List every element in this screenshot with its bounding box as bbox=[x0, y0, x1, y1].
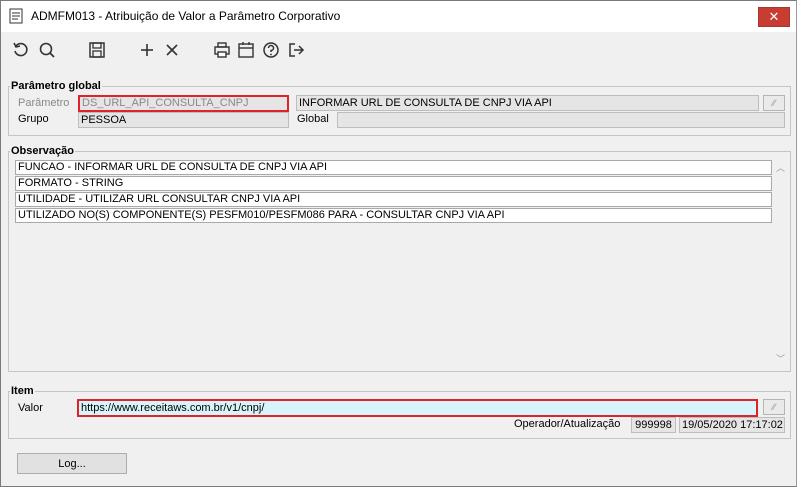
valor-lookup-button[interactable]: ⁄⁄ bbox=[763, 399, 785, 415]
parametro-lookup-button[interactable]: ⁄⁄ bbox=[763, 95, 785, 111]
title-bar: ADMFM013 - Atribuição de Valor a Parâmet… bbox=[1, 1, 796, 32]
parametro-global-title: Parâmetro global bbox=[10, 80, 102, 92]
valor-label: Valor bbox=[18, 402, 43, 414]
calendar-icon bbox=[238, 42, 254, 58]
parametro-field[interactable]: DS_URL_API_CONSULTA_CNPJ bbox=[78, 95, 289, 112]
refresh-button[interactable] bbox=[10, 39, 32, 61]
observacao-line[interactable]: UTILIZADO NO(S) COMPONENTE(S) PESFM010/P… bbox=[15, 208, 772, 223]
help-button[interactable] bbox=[260, 39, 282, 61]
atualizacao-field: 19/05/2020 17:17:02 bbox=[679, 417, 785, 433]
log-button[interactable]: Log... bbox=[17, 453, 127, 474]
search-button[interactable] bbox=[36, 39, 58, 61]
exit-button[interactable] bbox=[285, 39, 307, 61]
valor-field[interactable]: https://www.receitaws.com.br/v1/cnpj/ bbox=[77, 399, 758, 417]
window-title: ADMFM013 - Atribuição de Valor a Parâmet… bbox=[31, 9, 341, 23]
observacao-line[interactable]: UTILIDADE - UTILIZAR URL CONSULTAR CNPJ … bbox=[15, 192, 772, 207]
observacao-line[interactable]: FUNCAO - INFORMAR URL DE CONSULTA DE CNP… bbox=[15, 160, 772, 175]
parametro-descricao-field: INFORMAR URL DE CONSULTA DE CNPJ VIA API bbox=[296, 95, 759, 111]
print-button[interactable] bbox=[211, 39, 233, 61]
document-icon bbox=[9, 8, 23, 24]
add-icon bbox=[141, 44, 153, 56]
print-icon bbox=[214, 42, 230, 58]
item-title: Item bbox=[10, 385, 35, 397]
lookup-icon: ⁄⁄ bbox=[772, 402, 776, 412]
close-icon: ✕ bbox=[768, 9, 780, 24]
save-button[interactable] bbox=[86, 39, 108, 61]
grupo-field: PESSOA bbox=[78, 112, 289, 128]
close-button[interactable]: ✕ bbox=[758, 7, 790, 27]
operador-label: Operador/Atualização bbox=[514, 418, 621, 430]
parametro-label: Parâmetro bbox=[18, 97, 70, 109]
search-icon bbox=[39, 42, 55, 58]
refresh-icon bbox=[13, 42, 28, 57]
scroll-down-icon[interactable]: ﹀ bbox=[776, 352, 785, 365]
add-button[interactable] bbox=[136, 39, 158, 61]
save-icon bbox=[89, 42, 105, 58]
help-icon bbox=[263, 42, 279, 58]
global-label: Global bbox=[297, 113, 329, 125]
observacao-line[interactable]: FORMATO - STRING bbox=[15, 176, 772, 191]
lookup-icon: ⁄⁄ bbox=[772, 98, 776, 108]
toolbar bbox=[1, 32, 796, 68]
exit-icon bbox=[289, 43, 305, 57]
app-window: ADMFM013 - Atribuição de Valor a Parâmet… bbox=[0, 0, 797, 487]
scroll-up-icon[interactable]: ︿ bbox=[776, 161, 785, 174]
delete-button[interactable] bbox=[161, 39, 183, 61]
grupo-label: Grupo bbox=[18, 113, 49, 125]
delete-icon bbox=[166, 44, 178, 56]
calendar-button[interactable] bbox=[235, 39, 257, 61]
observacao-title: Observação bbox=[10, 145, 75, 157]
global-field bbox=[337, 112, 785, 128]
operador-field: 999998 bbox=[631, 417, 676, 433]
